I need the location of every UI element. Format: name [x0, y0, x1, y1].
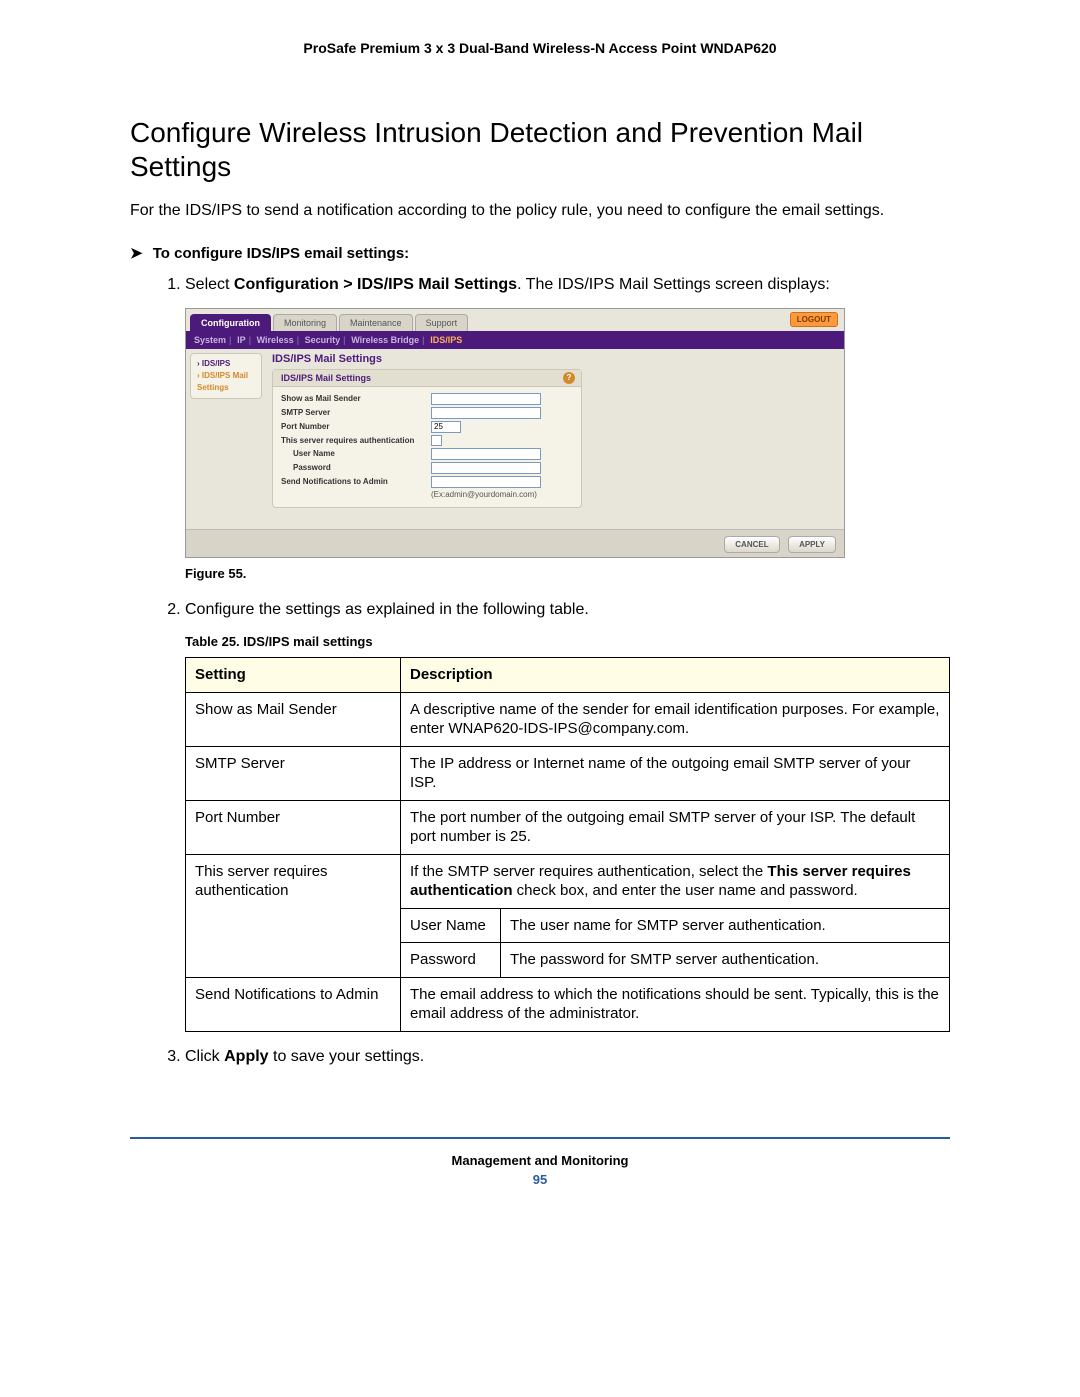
help-icon[interactable]: ? [563, 372, 575, 384]
step-2: Configure the settings as explained in t… [185, 599, 950, 621]
ss-main-title: IDS/IPS Mail Settings [272, 353, 838, 365]
footer-chapter: Management and Monitoring [130, 1153, 950, 1168]
section-title: Configure Wireless Intrusion Detection a… [130, 116, 950, 183]
ss-checkbox-auth[interactable] [431, 435, 442, 446]
settings-table: Setting Description Show as Mail Sender … [185, 657, 950, 1032]
th-description: Description [401, 658, 950, 693]
ss-tab-configuration[interactable]: Configuration [190, 314, 271, 331]
ss-panel-header: IDS/IPS Mail Settings ? [273, 370, 581, 387]
document-header: ProSafe Premium 3 x 3 Dual-Band Wireless… [130, 40, 950, 56]
ss-lbl-sender: Show as Mail Sender [281, 394, 431, 403]
table-row: Port Number The port number of the outgo… [186, 800, 950, 854]
step-1-text-a: Select [185, 276, 234, 293]
ss-side-idsips[interactable]: › IDS/IPS [197, 358, 255, 370]
ss-lbl-smtp: SMTP Server [281, 408, 431, 417]
ss-input-port[interactable] [431, 421, 461, 433]
ss-lbl-port: Port Number [281, 422, 431, 431]
ss-lbl-auth: This server requires authentication [281, 436, 431, 445]
ss-subnav: System| IP| Wireless| Security| Wireless… [186, 331, 844, 349]
ss-tab-maintenance[interactable]: Maintenance [339, 314, 413, 331]
ss-panel: IDS/IPS Mail Settings ? Show as Mail Sen… [272, 369, 582, 508]
ss-subnav-idsips[interactable]: IDS/IPS [430, 335, 462, 345]
footer-page-number: 95 [130, 1172, 950, 1187]
ss-lbl-notif: Send Notifications to Admin [281, 477, 431, 486]
th-setting: Setting [186, 658, 401, 693]
step-3: Click Apply to save your settings. [185, 1046, 950, 1068]
ss-lbl-pass: Password [281, 463, 431, 472]
procedure-heading: ➤ To configure IDS/IPS email settings: [130, 244, 950, 262]
table-caption: Table 25. IDS/IPS mail settings [185, 634, 950, 649]
ss-subnav-security[interactable]: Security [305, 335, 341, 345]
ss-cancel-button[interactable]: CANCEL [724, 536, 779, 553]
table-row-auth: This server requires authentication If t… [186, 854, 950, 908]
table-row: SMTP Server The IP address or Internet n… [186, 746, 950, 800]
screenshot-figure: Configuration Monitoring Maintenance Sup… [185, 308, 845, 558]
ss-input-user[interactable] [431, 448, 541, 460]
ss-subnav-system[interactable]: System [194, 335, 226, 345]
steps-list-2: Configure the settings as explained in t… [130, 599, 950, 621]
ss-sidebar: › IDS/IPS › IDS/IPS Mail Settings [186, 349, 266, 529]
steps-list: Select Configuration > IDS/IPS Mail Sett… [130, 274, 950, 296]
ss-lbl-user: User Name [281, 449, 431, 458]
footer-rule [130, 1137, 950, 1139]
procedure-heading-text: To configure IDS/IPS email settings: [153, 245, 409, 262]
ss-apply-button[interactable]: APPLY [788, 536, 836, 553]
ss-tab-support[interactable]: Support [415, 314, 469, 331]
step-1-path: Configuration > IDS/IPS Mail Settings [234, 276, 517, 293]
ss-footer-bar: CANCEL APPLY [186, 529, 844, 557]
ss-input-notif[interactable] [431, 476, 541, 488]
step-1-text-c: . The IDS/IPS Mail Settings screen displ… [517, 276, 830, 293]
ss-tab-monitoring[interactable]: Monitoring [273, 314, 337, 331]
ss-subnav-wireless-bridge[interactable]: Wireless Bridge [351, 335, 419, 345]
step-1: Select Configuration > IDS/IPS Mail Sett… [185, 274, 950, 296]
table-row: Show as Mail Sender A descriptive name o… [186, 692, 950, 746]
arrow-icon: ➤ [130, 244, 143, 262]
ss-input-smtp[interactable] [431, 407, 541, 419]
ss-subnav-ip[interactable]: IP [237, 335, 246, 345]
ss-input-pass[interactable] [431, 462, 541, 474]
ss-subnav-wireless[interactable]: Wireless [257, 335, 294, 345]
figure-caption: Figure 55. [185, 566, 950, 581]
steps-list-3: Click Apply to save your settings. [130, 1046, 950, 1068]
ss-side-idsips-mail[interactable]: › IDS/IPS Mail Settings [197, 370, 255, 394]
ss-hint: (Ex:admin@yourdomain.com) [431, 490, 573, 499]
ss-input-sender[interactable] [431, 393, 541, 405]
intro-paragraph: For the IDS/IPS to send a notification a… [130, 201, 950, 222]
ss-logout-button[interactable]: LOGOUT [790, 312, 838, 327]
table-row: Send Notifications to Admin The email ad… [186, 977, 950, 1031]
ss-top-tabs: Configuration Monitoring Maintenance Sup… [186, 309, 844, 331]
